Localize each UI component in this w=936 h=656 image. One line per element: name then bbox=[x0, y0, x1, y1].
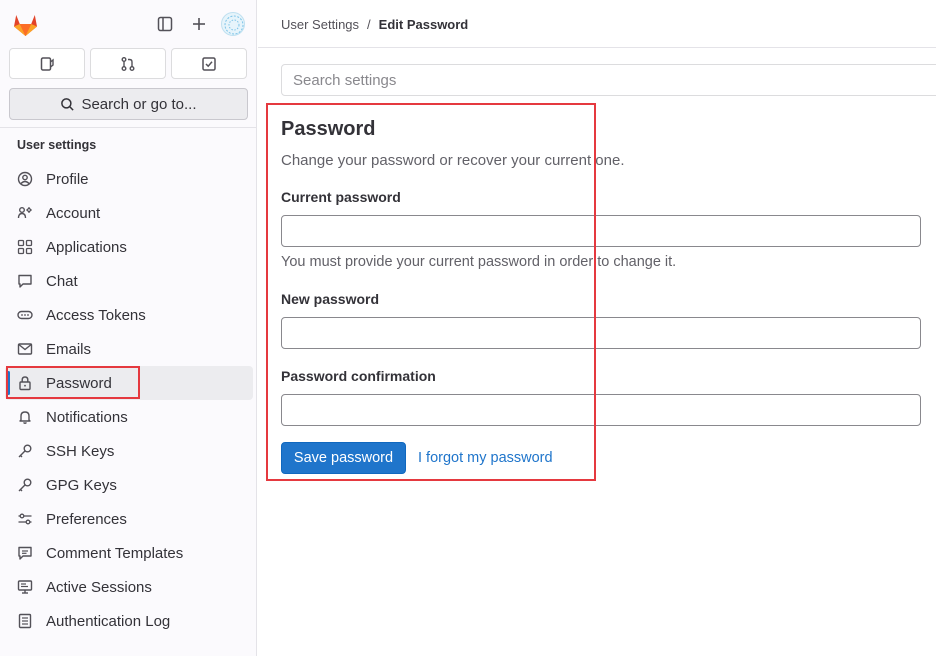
comment-icon bbox=[16, 544, 34, 562]
sidebar-item-label: Password bbox=[46, 374, 112, 392]
preferences-icon bbox=[16, 510, 34, 528]
search-icon bbox=[61, 97, 75, 111]
search-settings-input[interactable]: Search settings bbox=[281, 64, 936, 96]
current-password-help: You must provide your current password i… bbox=[281, 254, 677, 270]
sidebar-item-authentication-log[interactable]: Authentication Log bbox=[5, 604, 253, 638]
password-confirmation-field[interactable] bbox=[281, 394, 921, 426]
avatar[interactable] bbox=[221, 12, 245, 36]
sidebar-item-profile[interactable]: Profile bbox=[5, 162, 253, 196]
key-icon bbox=[16, 442, 34, 460]
breadcrumb: User Settings / Edit Password bbox=[281, 17, 468, 32]
sidebar-item-label: Chat bbox=[46, 272, 78, 290]
issues-button[interactable] bbox=[9, 48, 85, 79]
monitor-icon bbox=[16, 578, 34, 596]
sidebar-item-label: Emails bbox=[46, 340, 92, 358]
sidebar-header bbox=[0, 0, 257, 48]
sidebar-item-emails[interactable]: Emails bbox=[5, 332, 253, 366]
current-password-label: Current password bbox=[281, 189, 401, 205]
key-icon bbox=[16, 476, 34, 494]
sidebar-nav: Profile Account Applications Chat Access… bbox=[5, 162, 253, 638]
sidebar-item-chat[interactable]: Chat bbox=[5, 264, 253, 298]
forgot-password-link[interactable]: I forgot my password bbox=[418, 450, 553, 466]
account-icon bbox=[16, 204, 34, 222]
new-password-label: New password bbox=[281, 291, 380, 307]
sidebar-item-label: Access Tokens bbox=[46, 306, 146, 324]
toggle-sidebar-icon[interactable] bbox=[153, 12, 177, 36]
chat-icon bbox=[16, 272, 34, 290]
token-icon bbox=[16, 306, 34, 324]
applications-icon bbox=[16, 238, 34, 256]
top-bar: User Settings / Edit Password bbox=[258, 0, 936, 48]
sidebar-item-label: GPG Keys bbox=[46, 476, 117, 494]
current-password-field[interactable] bbox=[281, 215, 921, 247]
sidebar-item-gpg-keys[interactable]: GPG Keys bbox=[5, 468, 253, 502]
sidebar-item-access-tokens[interactable]: Access Tokens bbox=[5, 298, 253, 332]
divider bbox=[0, 127, 257, 128]
sidebar-item-active-sessions[interactable]: Active Sessions bbox=[5, 570, 253, 604]
sidebar-item-label: Notifications bbox=[46, 408, 128, 426]
sidebar-section-title: User settings bbox=[17, 138, 97, 152]
search-button[interactable]: Search or go to... bbox=[9, 88, 248, 120]
sidebar: Search or go to... User settings Profile… bbox=[0, 0, 257, 656]
sidebar-item-comment-templates[interactable]: Comment Templates bbox=[5, 536, 253, 570]
plus-icon[interactable] bbox=[187, 12, 211, 36]
mail-icon bbox=[16, 340, 34, 358]
search-button-label: Search or go to... bbox=[81, 95, 197, 113]
bell-icon bbox=[16, 408, 34, 426]
sidebar-item-label: Applications bbox=[46, 238, 127, 256]
sidebar-item-label: Comment Templates bbox=[46, 544, 184, 562]
issues-icon bbox=[40, 56, 54, 71]
sidebar-item-notifications[interactable]: Notifications bbox=[5, 400, 253, 434]
gitlab-logo-icon[interactable] bbox=[12, 11, 39, 37]
sidebar-item-label: Profile bbox=[46, 170, 89, 188]
todo-button[interactable] bbox=[171, 48, 247, 79]
log-icon bbox=[16, 612, 34, 630]
sidebar-item-account[interactable]: Account bbox=[5, 196, 253, 230]
sidebar-item-preferences[interactable]: Preferences bbox=[5, 502, 253, 536]
todo-icon bbox=[202, 56, 216, 71]
sidebar-item-applications[interactable]: Applications bbox=[5, 230, 253, 264]
breadcrumb-parent[interactable]: User Settings bbox=[281, 17, 359, 32]
breadcrumb-separator: / bbox=[367, 17, 371, 32]
page-title: Password bbox=[281, 118, 376, 140]
sidebar-item-label: Account bbox=[46, 204, 101, 222]
merge-request-icon bbox=[121, 56, 135, 71]
lock-icon bbox=[16, 374, 34, 392]
sidebar-item-label: Active Sessions bbox=[46, 578, 152, 596]
sidebar-item-label: Authentication Log bbox=[46, 612, 171, 630]
sidebar-item-ssh-keys[interactable]: SSH Keys bbox=[5, 434, 253, 468]
save-password-button[interactable]: Save password bbox=[281, 442, 406, 474]
sidebar-item-label: Preferences bbox=[46, 510, 127, 528]
breadcrumb-current: Edit Password bbox=[378, 17, 469, 32]
sidebar-item-label: SSH Keys bbox=[46, 442, 115, 460]
merge-requests-button[interactable] bbox=[90, 48, 166, 79]
profile-icon bbox=[16, 170, 34, 188]
new-password-field[interactable] bbox=[281, 317, 921, 349]
sidebar-item-password[interactable]: Password bbox=[5, 366, 253, 400]
password-confirmation-label: Password confirmation bbox=[281, 368, 436, 384]
page-description: Change your password or recover your cur… bbox=[281, 152, 625, 169]
